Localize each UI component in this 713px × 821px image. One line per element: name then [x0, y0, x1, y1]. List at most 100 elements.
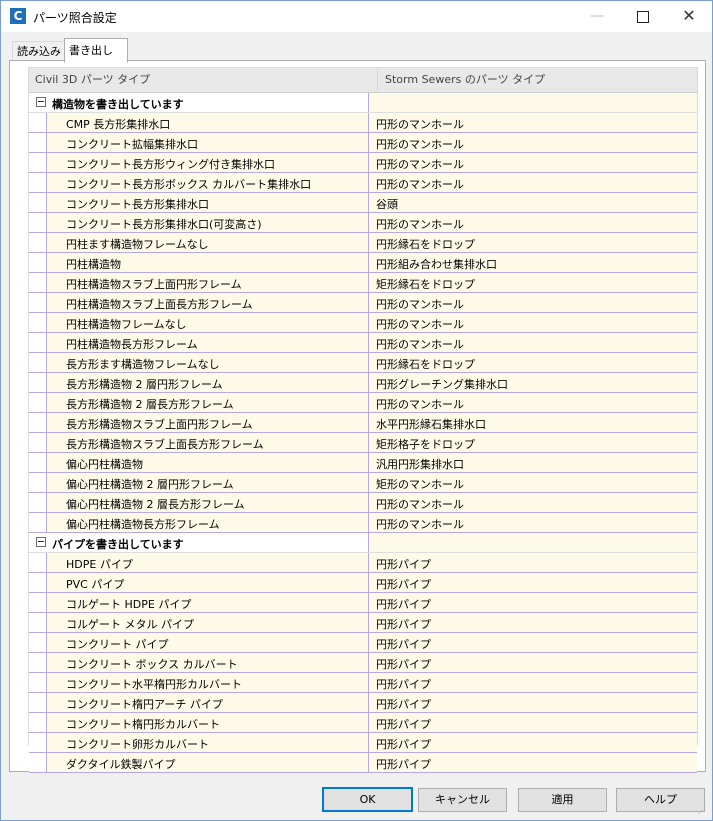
table-row[interactable]: コンクリート長方形集排水口 谷頭 — [29, 193, 697, 213]
civil3d-part-type-cell[interactable]: 偏心円柱構造物長方形フレーム — [46, 513, 369, 532]
table-row[interactable]: 長方形構造物スラブ上面長方形フレーム 矩形格子をドロップ — [29, 433, 697, 453]
table-row[interactable]: 長方形構造物 2 層長方形フレーム 円形のマンホール — [29, 393, 697, 413]
storm-sewers-part-type-cell[interactable]: 谷頭 — [368, 193, 697, 212]
civil3d-part-type-cell[interactable]: 円柱ます構造物フレームなし — [46, 233, 369, 252]
storm-sewers-part-type-cell[interactable]: 円形組み合わせ集排水口 — [368, 253, 697, 272]
storm-sewers-part-type-cell[interactable]: 円形パイプ — [368, 593, 697, 612]
storm-sewers-part-type-cell[interactable]: 円形パイプ — [368, 753, 697, 772]
civil3d-part-type-cell[interactable]: コンクリート長方形集排水口 — [46, 193, 369, 212]
tab-export[interactable]: 書き出し — [64, 38, 128, 63]
collapse-toggle-icon[interactable] — [36, 537, 46, 547]
storm-sewers-part-type-cell[interactable]: 円形のマンホール — [368, 153, 697, 172]
civil3d-part-type-cell[interactable]: PVC パイプ — [46, 573, 369, 592]
storm-sewers-part-type-cell[interactable]: 円形のマンホール — [368, 493, 697, 512]
table-row[interactable]: コンクリート ボックス カルバート 円形パイプ — [29, 653, 697, 673]
table-row[interactable]: コンクリート拡幅集排水口 円形のマンホール — [29, 133, 697, 153]
table-row[interactable]: コンクリート長方形集排水口(可変高さ) 円形のマンホール — [29, 213, 697, 233]
maximize-button[interactable] — [620, 1, 666, 32]
table-row[interactable]: 偏心円柱構造物 2 層長方形フレーム 円形のマンホール — [29, 493, 697, 513]
resize-grip-icon[interactable]: ⋰ — [698, 806, 708, 816]
storm-sewers-part-type-cell[interactable]: 円形のマンホール — [368, 313, 697, 332]
civil3d-part-type-cell[interactable]: ダクタイル鉄製パイプ — [46, 753, 369, 772]
storm-sewers-part-type-cell[interactable]: 円形のマンホール — [368, 173, 697, 192]
apply-button[interactable]: 適用 — [518, 788, 607, 812]
civil3d-part-type-cell[interactable]: CMP 長方形集排水口 — [46, 113, 369, 132]
table-row[interactable]: コンクリート水平楕円形カルバート 円形パイプ — [29, 673, 697, 693]
storm-sewers-part-type-cell[interactable]: 円形パイプ — [368, 713, 697, 732]
civil3d-part-type-cell[interactable]: 長方形構造物スラブ上面円形フレーム — [46, 413, 369, 432]
civil3d-part-type-cell[interactable]: コンクリート パイプ — [46, 633, 369, 652]
table-row[interactable]: コンクリート楕円アーチ パイプ 円形パイプ — [29, 693, 697, 713]
civil3d-part-type-cell[interactable]: コンクリート水平楕円形カルバート — [46, 673, 369, 692]
civil3d-part-type-cell[interactable]: コンクリート長方形集排水口(可変高さ) — [46, 213, 369, 232]
table-row[interactable]: コルゲート メタル パイプ 円形パイプ — [29, 613, 697, 633]
civil3d-part-type-cell[interactable]: 偏心円柱構造物 — [46, 453, 369, 472]
table-row[interactable]: 偏心円柱構造物 2 層円形フレーム 矩形のマンホール — [29, 473, 697, 493]
table-row[interactable]: 円柱ます構造物フレームなし 円形縁石をドロップ — [29, 233, 697, 253]
table-row[interactable]: コルゲート HDPE パイプ 円形パイプ — [29, 593, 697, 613]
civil3d-part-type-cell[interactable]: 長方形構造物スラブ上面長方形フレーム — [46, 433, 369, 452]
table-row[interactable]: 円柱構造物スラブ上面長方形フレーム 円形のマンホール — [29, 293, 697, 313]
storm-sewers-part-type-cell[interactable]: 円形のマンホール — [368, 333, 697, 352]
civil3d-part-type-cell[interactable]: コンクリート卵形カルバート — [46, 733, 369, 752]
storm-sewers-part-type-cell[interactable]: 円形のマンホール — [368, 113, 697, 132]
civil3d-part-type-cell[interactable]: コンクリート長方形ウィング付き集排水口 — [46, 153, 369, 172]
storm-sewers-part-type-cell[interactable]: 円形パイプ — [368, 653, 697, 672]
civil3d-part-type-cell[interactable]: 偏心円柱構造物 2 層円形フレーム — [46, 473, 369, 492]
civil3d-part-type-cell[interactable]: 円柱構造物フレームなし — [46, 313, 369, 332]
storm-sewers-part-type-cell[interactable]: 円形グレーチング集排水口 — [368, 373, 697, 392]
storm-sewers-part-type-cell[interactable]: 円形縁石をドロップ — [368, 353, 697, 372]
storm-sewers-part-type-cell[interactable]: 円形縁石をドロップ — [368, 233, 697, 252]
storm-sewers-part-type-cell[interactable]: 円形のマンホール — [368, 213, 697, 232]
table-row[interactable]: HDPE パイプ 円形パイプ — [29, 553, 697, 573]
civil3d-part-type-cell[interactable]: 長方形構造物 2 層長方形フレーム — [46, 393, 369, 412]
storm-sewers-part-type-cell[interactable]: 円形のマンホール — [368, 513, 697, 532]
help-button[interactable]: ヘルプ — [616, 788, 705, 812]
civil3d-part-type-cell[interactable]: コンクリート長方形ボックス カルバート集排水口 — [46, 173, 369, 192]
tab-import[interactable]: 読み込み — [12, 41, 72, 62]
storm-sewers-part-type-cell[interactable]: 水平円形縁石集排水口 — [368, 413, 697, 432]
storm-sewers-part-type-cell[interactable]: 円形パイプ — [368, 573, 697, 592]
table-row[interactable]: 長方形構造物 2 層円形フレーム 円形グレーチング集排水口 — [29, 373, 697, 393]
table-row[interactable]: コンクリート楕円形カルバート 円形パイプ — [29, 713, 697, 733]
storm-sewers-part-type-cell[interactable]: 円形パイプ — [368, 733, 697, 752]
civil3d-part-type-cell[interactable]: 円柱構造物 — [46, 253, 369, 272]
table-row[interactable]: 円柱構造物 円形組み合わせ集排水口 — [29, 253, 697, 273]
table-row[interactable]: 円柱構造物長方形フレーム 円形のマンホール — [29, 333, 697, 353]
storm-sewers-part-type-cell[interactable]: 円形パイプ — [368, 553, 697, 572]
civil3d-part-type-cell[interactable]: 円柱構造物長方形フレーム — [46, 333, 369, 352]
group-row[interactable]: 構造物を書き出しています — [29, 93, 697, 113]
group-row[interactable]: パイプを書き出しています — [29, 533, 697, 553]
collapse-toggle-icon[interactable] — [36, 97, 46, 107]
civil3d-part-type-cell[interactable]: コルゲート HDPE パイプ — [46, 593, 369, 612]
table-row[interactable]: PVC パイプ 円形パイプ — [29, 573, 697, 593]
table-row[interactable]: 長方形ます構造物フレームなし 円形縁石をドロップ — [29, 353, 697, 373]
table-row[interactable]: コンクリート長方形ウィング付き集排水口 円形のマンホール — [29, 153, 697, 173]
table-row[interactable]: コンクリート パイプ 円形パイプ — [29, 633, 697, 653]
minimize-button[interactable]: — — [574, 1, 620, 32]
storm-sewers-part-type-cell[interactable]: 円形パイプ — [368, 613, 697, 632]
civil3d-part-type-cell[interactable]: コルゲート メタル パイプ — [46, 613, 369, 632]
civil3d-part-type-cell[interactable]: コンクリート楕円アーチ パイプ — [46, 693, 369, 712]
cancel-button[interactable]: キャンセル — [418, 788, 507, 812]
table-row[interactable]: コンクリート長方形ボックス カルバート集排水口 円形のマンホール — [29, 173, 697, 193]
storm-sewers-part-type-cell[interactable]: 円形パイプ — [368, 673, 697, 692]
table-row[interactable]: ダクタイル鉄製パイプ 円形パイプ — [29, 753, 697, 773]
storm-sewers-part-type-cell[interactable]: 円形のマンホール — [368, 133, 697, 152]
table-row[interactable]: 偏心円柱構造物長方形フレーム 円形のマンホール — [29, 513, 697, 533]
table-row[interactable]: CMP 長方形集排水口 円形のマンホール — [29, 113, 697, 133]
storm-sewers-part-type-cell[interactable]: 矩形縁石をドロップ — [368, 273, 697, 292]
storm-sewers-part-type-cell[interactable]: 円形のマンホール — [368, 393, 697, 412]
column-header-storm-sewers-part-type[interactable]: Storm Sewers のパーツ タイプ — [377, 68, 688, 92]
table-row[interactable]: コンクリート卵形カルバート 円形パイプ — [29, 733, 697, 753]
table-row[interactable]: 長方形構造物スラブ上面円形フレーム 水平円形縁石集排水口 — [29, 413, 697, 433]
storm-sewers-part-type-cell[interactable]: 矩形のマンホール — [368, 473, 697, 492]
ok-button[interactable]: OK — [322, 787, 413, 812]
civil3d-part-type-cell[interactable]: コンクリート ボックス カルバート — [46, 653, 369, 672]
civil3d-part-type-cell[interactable]: 長方形ます構造物フレームなし — [46, 353, 369, 372]
table-row[interactable]: 円柱構造物スラブ上面円形フレーム 矩形縁石をドロップ — [29, 273, 697, 293]
civil3d-part-type-cell[interactable]: HDPE パイプ — [46, 553, 369, 572]
civil3d-part-type-cell[interactable]: コンクリート拡幅集排水口 — [46, 133, 369, 152]
table-row[interactable]: 円柱構造物フレームなし 円形のマンホール — [29, 313, 697, 333]
table-row[interactable]: 偏心円柱構造物 汎用円形集排水口 — [29, 453, 697, 473]
